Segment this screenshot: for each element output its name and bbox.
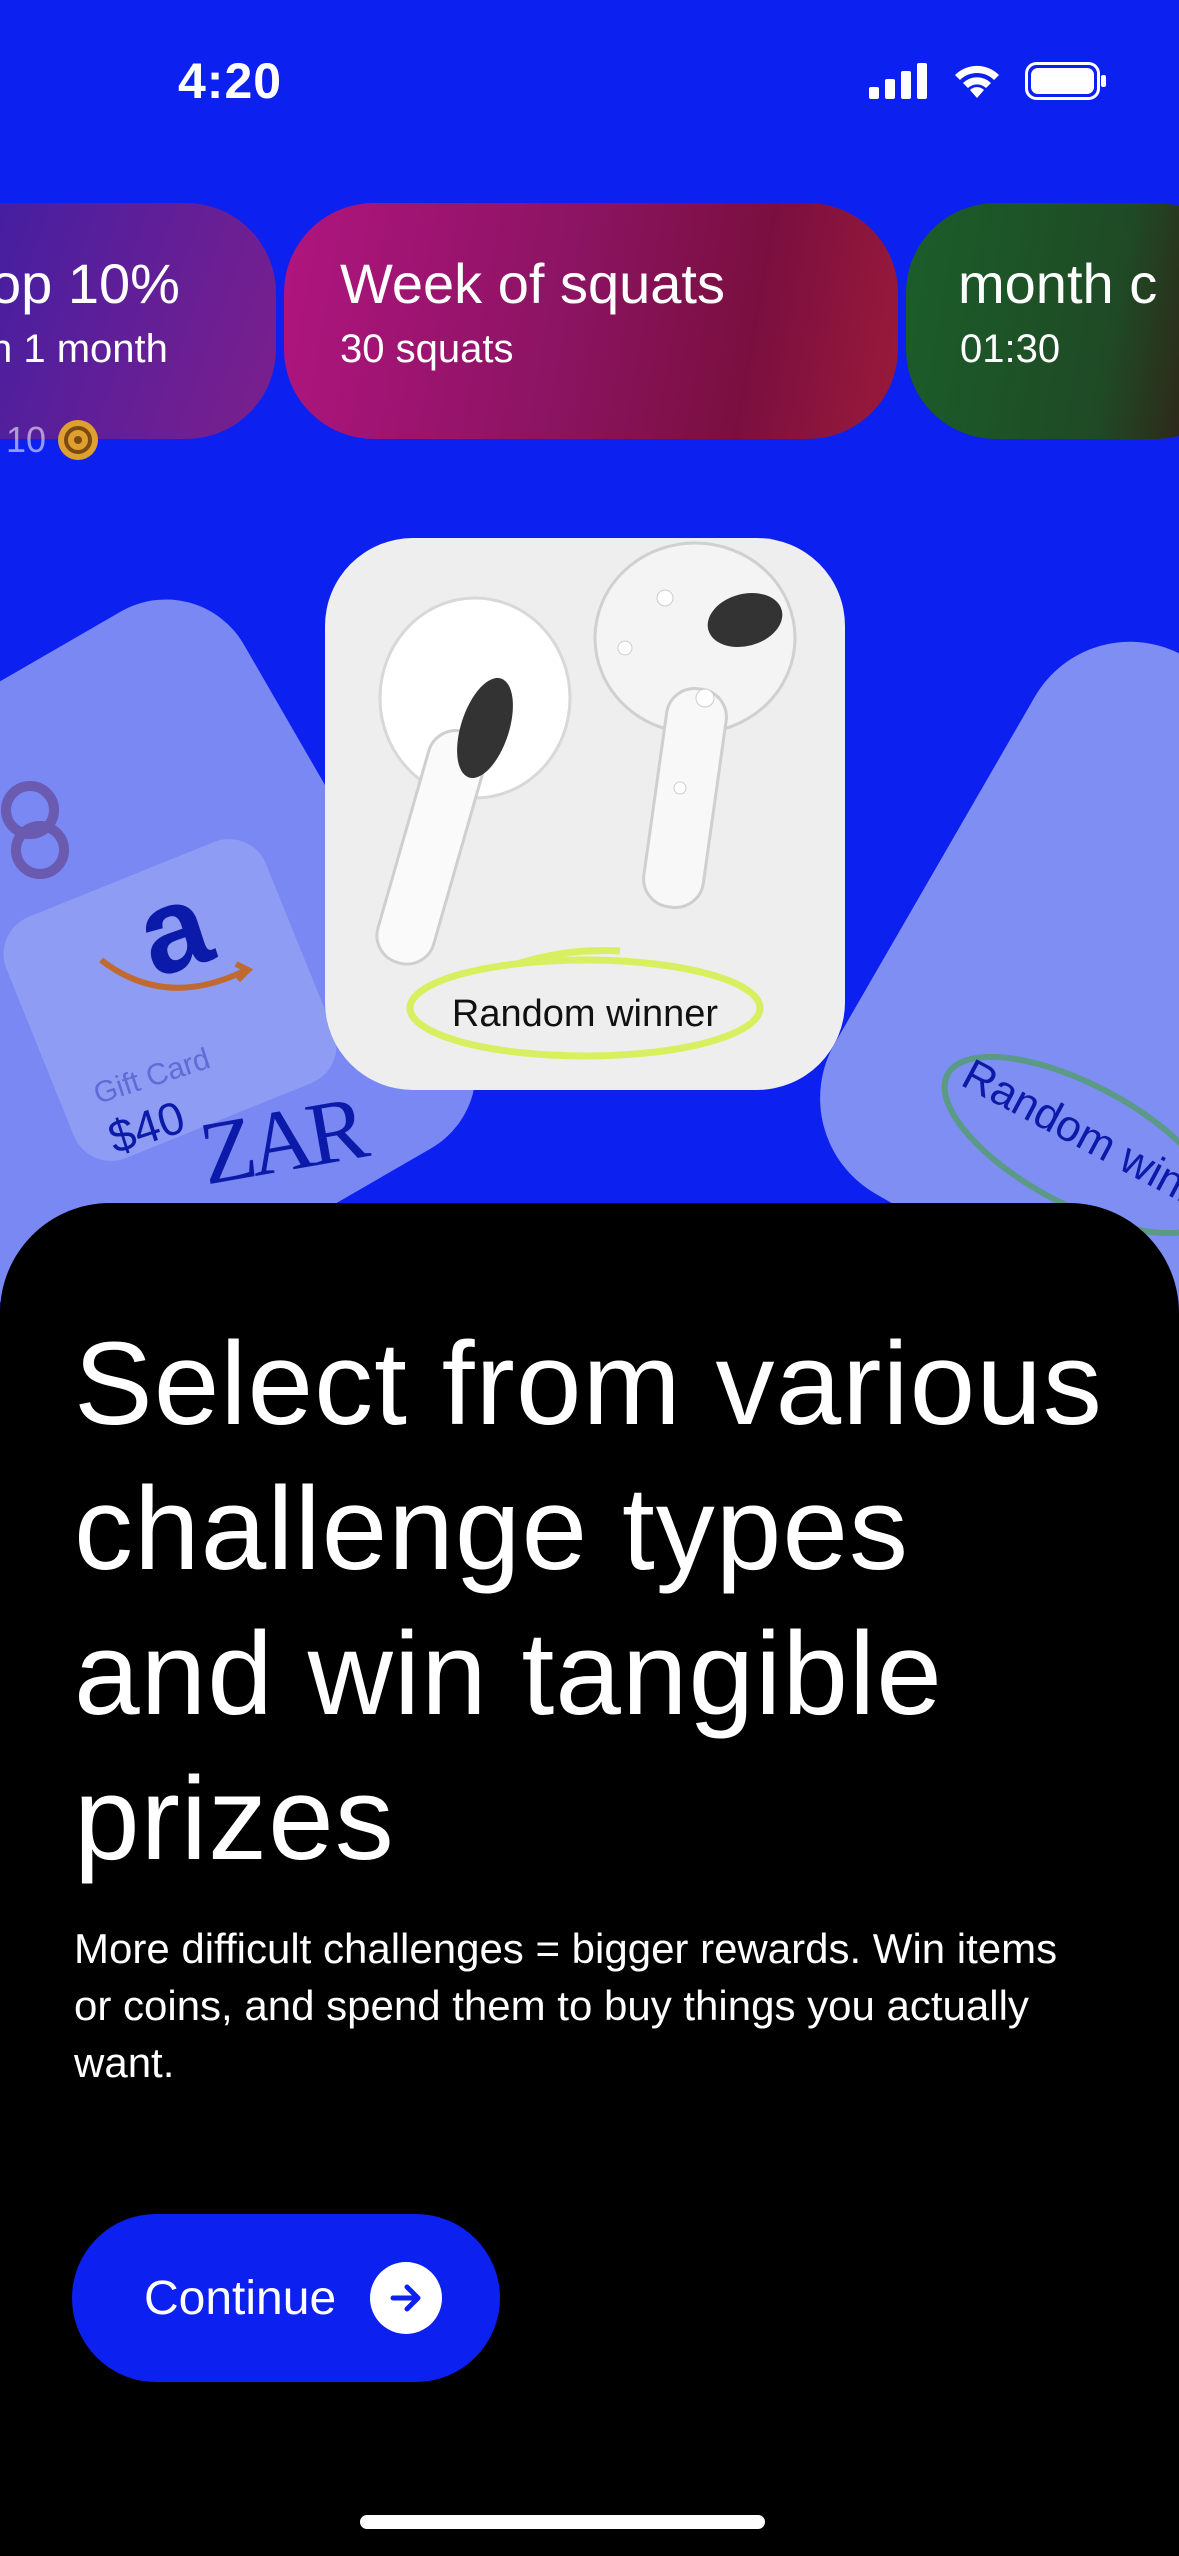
description-text: More difficult challenges = bigger rewar… xyxy=(74,1925,1058,2086)
status-icons xyxy=(869,62,1107,100)
pretzel-coin-icon xyxy=(1,781,69,879)
prize-card-airpods: Random winner xyxy=(325,538,845,1090)
prize-label-center: Random winner xyxy=(451,993,719,1035)
continue-label: Continue xyxy=(144,2271,337,2325)
cellular-signal-icon xyxy=(869,63,927,99)
coin-icon xyxy=(58,420,99,460)
challenge-subtitle: 30 squats xyxy=(340,327,514,371)
arrow-right-icon xyxy=(370,2262,443,2334)
home-indicator[interactable] xyxy=(360,2515,765,2529)
amazon-smile-icon xyxy=(99,957,254,991)
onboarding-screen: 4:20 op 10% n 1 month 10 Week of squats … xyxy=(0,0,1179,2556)
challenge-subtitle: n 1 month xyxy=(0,327,168,371)
challenge-reward: 10 xyxy=(6,418,100,462)
challenge-subtitle: 01:30 xyxy=(960,327,1061,371)
challenge-title: month c xyxy=(958,252,1158,315)
battery-icon xyxy=(1025,62,1106,100)
wifi-icon xyxy=(955,65,999,98)
page-title: Select from various challenge types and … xyxy=(74,1318,1103,1885)
challenge-title: op 10% xyxy=(0,252,180,315)
challenge-card[interactable]: op 10% n 1 month xyxy=(0,203,276,439)
challenge-card[interactable]: month c 01:30 xyxy=(906,203,1179,439)
challenge-card[interactable]: Week of squats 30 squats xyxy=(284,203,898,439)
challenge-carousel[interactable]: op 10% n 1 month 10 Week of squats 30 sq… xyxy=(0,203,1179,493)
continue-button[interactable]: Continue xyxy=(72,2214,500,2382)
status-bar: 4:20 xyxy=(0,0,1179,180)
status-time: 4:20 xyxy=(178,53,283,109)
reward-amount: 10 xyxy=(6,419,47,460)
airpods-image xyxy=(375,541,797,966)
challenge-title: Week of squats xyxy=(340,252,725,315)
